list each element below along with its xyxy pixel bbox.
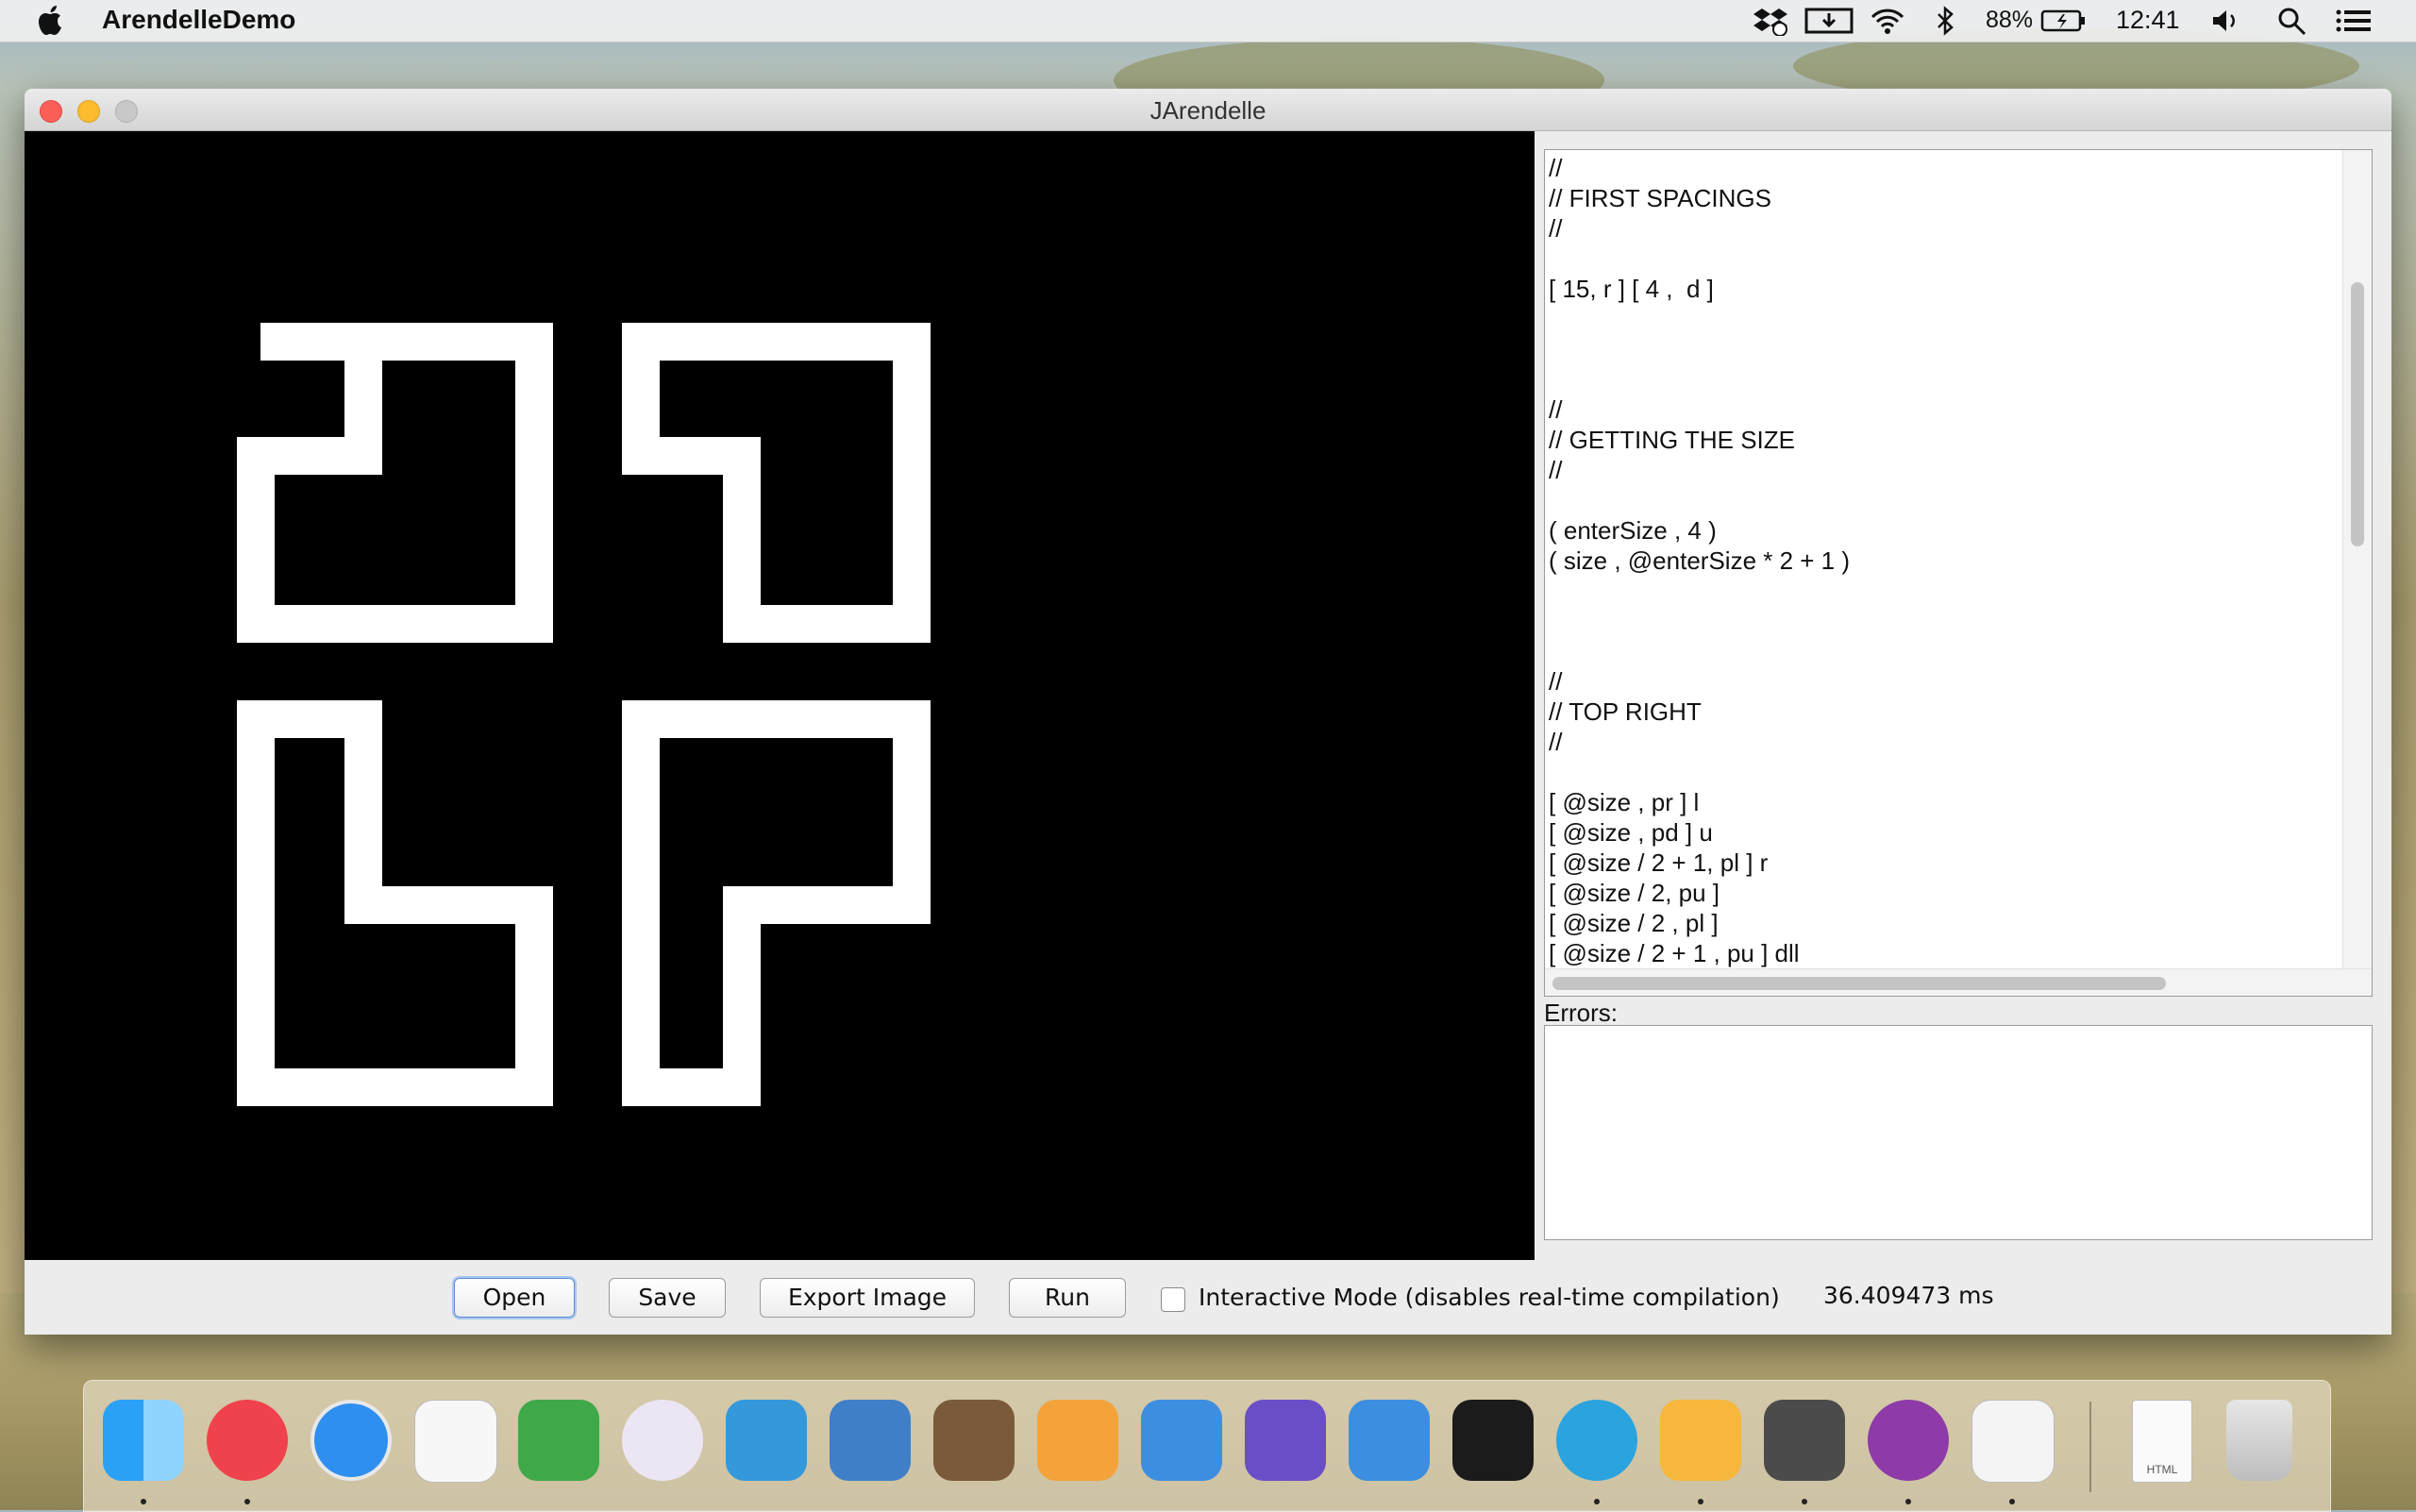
running-indicator — [141, 1499, 146, 1504]
code-line[interactable]: // — [1549, 154, 1562, 184]
code-line[interactable]: [ @size , pd ] u — [1549, 818, 1713, 848]
running-indicator — [244, 1499, 250, 1504]
evernote-icon[interactable] — [518, 1400, 599, 1481]
sketch-icon[interactable] — [1660, 1400, 1741, 1481]
running-indicator — [1802, 1499, 1807, 1504]
xcode-icon[interactable] — [1349, 1400, 1430, 1481]
menu-bar: ArendelleDemo 88% 12:41 — [0, 0, 2416, 42]
battery-percent: 88% — [1986, 7, 2034, 33]
window-title: JArendelle — [1149, 96, 1267, 125]
code-line[interactable]: // — [1549, 214, 1562, 244]
shape-top-right — [622, 323, 931, 643]
download-icon[interactable] — [1804, 6, 1854, 36]
errors-output[interactable] — [1544, 1025, 2373, 1240]
dock-separator — [2089, 1402, 2091, 1492]
code-editor[interactable]: //// FIRST SPACINGS//[ 15, r ] [ 4 , d ]… — [1544, 149, 2373, 997]
telegram-icon[interactable] — [1556, 1400, 1637, 1481]
volume-icon[interactable] — [2210, 6, 2242, 36]
xamarin-icon[interactable] — [726, 1400, 807, 1481]
app-name[interactable]: ArendelleDemo — [102, 5, 295, 35]
code-line[interactable]: [ 15, r ] [ 4 , d ] — [1549, 275, 1714, 305]
menubar-clock[interactable]: 12:41 — [2116, 6, 2180, 35]
interactive-mode-label[interactable]: Interactive Mode (disables real-time com… — [1199, 1284, 1780, 1311]
editor-vertical-scrollbar[interactable] — [2351, 282, 2364, 546]
battery-icon[interactable] — [2040, 6, 2088, 36]
apple-icon[interactable] — [38, 4, 66, 36]
html-document-label: HTML — [2146, 1463, 2178, 1476]
errors-label: Errors: — [1544, 999, 1618, 1027]
run-button[interactable]: Run — [1009, 1278, 1126, 1318]
pigeon-icon[interactable] — [1868, 1400, 1949, 1481]
wifi-icon[interactable] — [1869, 6, 1906, 36]
interactive-mode-checkbox[interactable] — [1161, 1287, 1185, 1312]
window-titlebar[interactable]: JArendelle — [25, 89, 2391, 131]
html-document-icon[interactable]: HTML — [2132, 1400, 2192, 1483]
terminal-icon[interactable] — [1452, 1400, 1534, 1481]
code-line[interactable]: [ @size / 2 + 1, pl ] r — [1549, 848, 1768, 879]
code-line[interactable]: // GETTING THE SIZE — [1549, 426, 1795, 456]
notification-center-icon[interactable] — [2335, 6, 2373, 36]
code-line[interactable]: // FIRST SPACINGS — [1549, 184, 1771, 214]
dropbox-icon[interactable] — [1753, 6, 1787, 36]
running-indicator — [1905, 1499, 1911, 1504]
save-button[interactable]: Save — [609, 1278, 726, 1318]
export-image-button[interactable]: Export Image — [760, 1278, 975, 1318]
java-icon[interactable] — [1971, 1400, 2055, 1483]
itunes-icon[interactable] — [207, 1400, 288, 1481]
trash-icon[interactable] — [2226, 1400, 2292, 1481]
code-line[interactable]: ( enterSize , 4 ) — [1549, 516, 1717, 546]
arendelle-output-drawing — [237, 323, 931, 1106]
code-line[interactable]: ( size , @enterSize * 2 + 1 ) — [1549, 546, 1850, 577]
code-line[interactable]: [ @size / 2 , pl ] — [1549, 909, 1719, 939]
keynote-icon[interactable] — [1141, 1400, 1222, 1481]
circuit-icon[interactable] — [830, 1400, 911, 1481]
running-indicator — [2009, 1499, 2015, 1504]
pages-icon[interactable] — [1037, 1400, 1118, 1481]
code-line[interactable]: // TOP RIGHT — [1549, 697, 1702, 728]
sublime-text-icon[interactable] — [1764, 1400, 1845, 1481]
code-line[interactable]: // — [1549, 395, 1562, 426]
jarendelle-window: JArendelle //// FIRST SPACINGS//[ 15, r … — [25, 89, 2391, 1335]
code-line[interactable]: // — [1549, 667, 1562, 697]
code-line[interactable]: [ @size / 2, pu ] — [1549, 879, 1720, 909]
code-line[interactable]: [ @size , pr ] l — [1549, 788, 1699, 818]
code-line[interactable]: [ @size / 2 + 1 , pu ] dll — [1549, 939, 1800, 969]
safari-icon[interactable] — [310, 1400, 392, 1481]
editor-horizontal-scrollbar[interactable] — [1552, 977, 2166, 990]
running-indicator — [1594, 1499, 1600, 1504]
shape-bottom-right — [622, 700, 931, 1106]
finder-icon[interactable] — [103, 1400, 184, 1481]
imovie-icon[interactable] — [1245, 1400, 1326, 1481]
garageband-icon[interactable] — [933, 1400, 1015, 1481]
open-button[interactable]: Open — [454, 1278, 575, 1318]
editor-vertical-scroll-track[interactable] — [2342, 150, 2372, 969]
bluetooth-icon[interactable] — [1935, 6, 1955, 36]
running-indicator — [1698, 1499, 1703, 1504]
code-line[interactable]: // — [1549, 456, 1562, 486]
github-icon[interactable] — [622, 1400, 703, 1481]
shape-top-left — [237, 323, 553, 643]
writer-icon[interactable] — [414, 1400, 497, 1483]
compile-timing: 36.409473 ms — [1823, 1282, 1994, 1309]
render-canvas[interactable] — [25, 131, 1535, 1260]
spotlight-icon[interactable] — [2276, 6, 2308, 36]
dock: HTML — [83, 1380, 2331, 1512]
code-line[interactable]: // — [1549, 728, 1562, 758]
shape-bottom-left — [237, 700, 553, 1106]
